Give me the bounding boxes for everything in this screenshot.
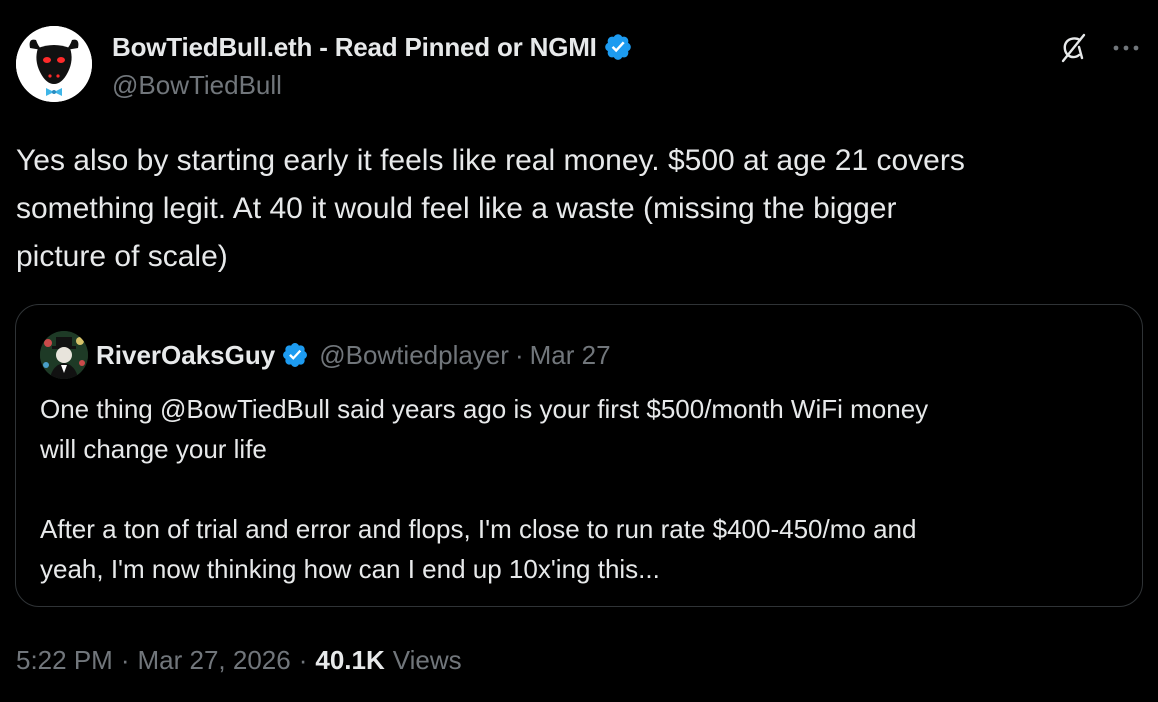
tweet-metadata: 5:22 PM · Mar 27, 2026 · 40.1K Views [16,645,462,676]
more-options-icon [1113,45,1139,51]
quoted-tweet-text: One thing @BowTiedBull said years ago is… [40,394,929,584]
quoted-separator: · [514,339,524,370]
quoted-author-handle[interactable]: @Bowtiedplayer [319,340,509,371]
author-display-name[interactable]: BowTiedBull.eth - Read Pinned or NGMI [112,32,597,63]
author-handle[interactable]: @BowTiedBull [112,70,282,101]
tweet: BowTiedBull.eth - Read Pinned or NGMI @B… [0,0,1158,702]
quoted-verified-badge-icon [281,341,309,369]
tweet-time[interactable]: 5:22 PM [16,645,113,676]
quoted-tweet-header: RiverOaksGuy @Bowtiedplayer · Mar 27 [96,335,611,375]
bull-avatar-icon [16,26,92,102]
tweet-text: Yes also by starting early it feels like… [16,144,965,273]
quoted-tweet-date[interactable]: Mar 27 [530,340,611,371]
verified-badge-icon[interactable] [603,32,633,62]
grok-button[interactable] [1053,28,1093,68]
views-label: Views [392,645,462,675]
author-avatar[interactable] [16,26,92,102]
grok-icon [1061,33,1086,63]
meta-separator: · [120,645,130,675]
quoted-tweet-card[interactable]: RiverOaksGuy @Bowtiedplayer · Mar 27 One… [15,304,1143,607]
more-options-button[interactable] [1106,28,1146,68]
views-count: 40.1K [315,645,385,675]
author-name-row: BowTiedBull.eth - Read Pinned or NGMI [112,28,633,66]
meta-separator: · [298,645,308,675]
tweet-date[interactable]: Mar 27, 2026 [138,645,291,676]
player-avatar-icon [40,331,88,379]
quoted-author-name[interactable]: RiverOaksGuy [96,340,275,371]
quoted-author-avatar[interactable] [40,331,88,379]
